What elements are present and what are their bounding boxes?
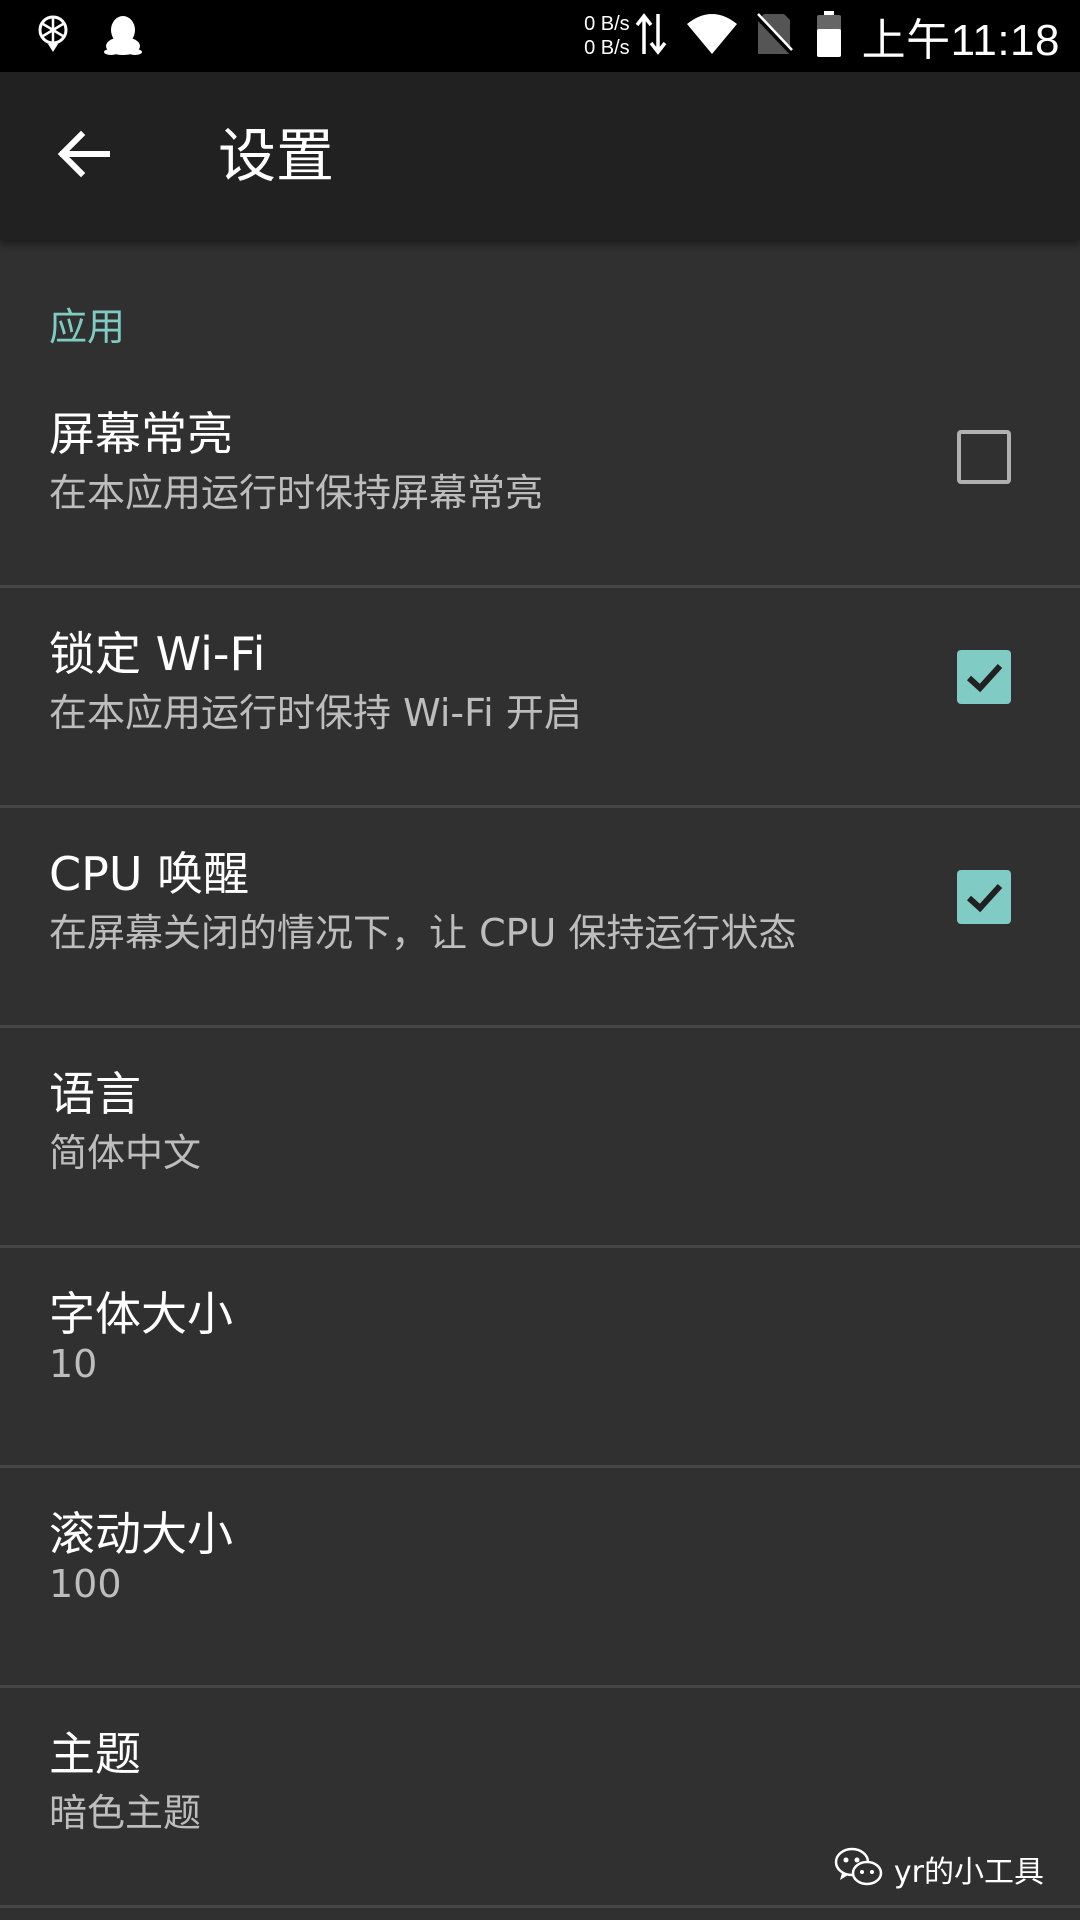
pref-title: CPU 唤醒: [49, 847, 250, 901]
qq-icon: [100, 12, 146, 62]
network-speed: 0 B/s 0 B/s: [584, 12, 630, 60]
settings-list: 应用 屏幕常亮 在本应用运行时保持屏幕常亮 锁定 Wi-Fi 在本应用运行时保持…: [0, 240, 1080, 1920]
pref-title: 滚动大小: [49, 1507, 233, 1561]
pref-title: 锁定 Wi-Fi: [49, 627, 266, 681]
pref-summary: 简体中文: [49, 1131, 202, 1175]
pref-lock-wifi[interactable]: 锁定 Wi-Fi 在本应用运行时保持 Wi-Fi 开启: [0, 588, 1080, 808]
pref-keep-screen-on[interactable]: 屏幕常亮 在本应用运行时保持屏幕常亮: [0, 368, 1080, 588]
pref-font-size[interactable]: 字体大小 10: [0, 1248, 1080, 1468]
wechat-icon: [834, 1846, 884, 1892]
checkmark-icon: [966, 663, 1003, 693]
status-bar: 0 B/s 0 B/s 上午11:18: [0, 0, 1080, 72]
back-button[interactable]: [42, 114, 126, 198]
data-transfer-icon: [634, 10, 668, 62]
app-bar: 设置: [0, 72, 1080, 240]
pref-summary: 暗色主题: [49, 1791, 202, 1835]
cpu-wake-checkbox[interactable]: [957, 870, 1011, 924]
pref-cpu-wake[interactable]: CPU 唤醒 在屏幕关闭的情况下，让 CPU 保持运行状态: [0, 808, 1080, 1028]
pref-title: 主题: [49, 1727, 141, 1781]
pref-scroll-size[interactable]: 滚动大小 100: [0, 1468, 1080, 1688]
pref-title: 屏幕常亮: [49, 407, 233, 461]
pref-summary: 在本应用运行时保持屏幕常亮: [49, 471, 544, 515]
app-notification-icon: [36, 12, 70, 62]
status-time: 上午11:18: [861, 16, 1060, 65]
arrow-back-icon: [57, 127, 111, 185]
lock-wifi-checkbox[interactable]: [957, 650, 1011, 704]
checkmark-icon: [966, 883, 1003, 913]
pref-summary: 100: [49, 1562, 122, 1606]
watermark-text: yr的小工具: [893, 1855, 1044, 1890]
wifi-icon: [686, 12, 738, 60]
pref-title: 语言: [49, 1067, 141, 1121]
category-header-app: 应用: [49, 305, 126, 349]
pref-language[interactable]: 语言 简体中文: [0, 1028, 1080, 1248]
keep-screen-on-checkbox[interactable]: [957, 430, 1011, 484]
page-title: 设置: [218, 122, 335, 190]
upload-speed: 0 B/s: [584, 13, 630, 35]
no-sim-icon: [754, 12, 794, 60]
pref-title: 字体大小: [49, 1287, 233, 1341]
pref-summary: 在本应用运行时保持 Wi-Fi 开启: [49, 691, 582, 735]
watermark: yr的小工具: [834, 1846, 1044, 1892]
pref-summary: 在屏幕关闭的情况下，让 CPU 保持运行状态: [49, 911, 797, 955]
battery-icon: [816, 11, 842, 61]
download-speed: 0 B/s: [584, 37, 630, 59]
pref-summary: 10: [49, 1342, 98, 1386]
